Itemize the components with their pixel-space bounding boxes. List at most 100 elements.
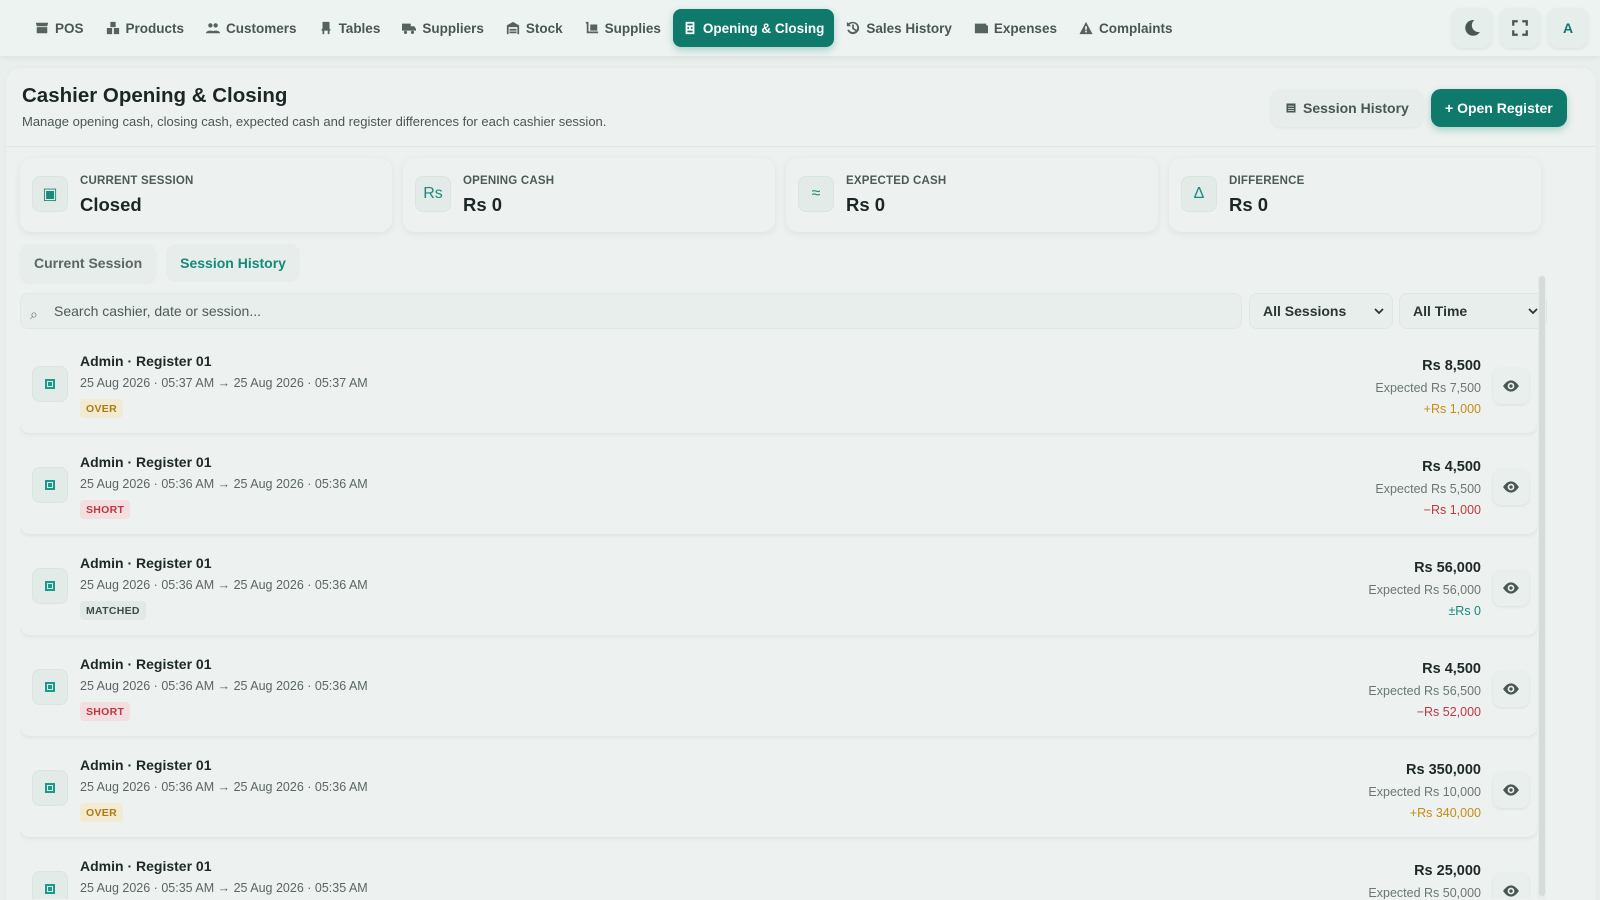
nav-complaints-label: Complaints [1098,20,1173,36]
nav-stock-label: Stock [525,20,563,36]
register-icon [32,871,68,899]
nav-opening-closing-label: Opening & Closing [702,20,825,36]
view-session-button[interactable] [1493,873,1529,899]
stat-difference: Δ Difference Rs 0 [1169,158,1541,232]
eye-icon [1503,380,1519,392]
session-expected: Expected Rs 5,500 [1375,482,1481,496]
session-difference: ±Rs 0 [1448,604,1481,618]
stat-cards: ▣ Current Session Closed Rs Opening Cash… [20,158,1541,232]
moon-icon [1465,20,1480,36]
nav-expenses-label: Expenses [993,20,1057,36]
page-subtitle: Manage opening cash, closing cash, expec… [22,114,607,129]
nav-complaints[interactable]: Complaints [1069,9,1183,47]
session-row[interactable]: Admin · Register 01 25 Aug 2026 · 05:35 … [20,844,1537,899]
nav-suppliers[interactable]: Suppliers [392,9,494,47]
search-field[interactable]: ⌕ Search cashier, date or session... [20,293,1242,329]
time-filter-select[interactable]: All Time [1399,293,1547,329]
register-icon: ▣ [32,176,68,212]
session-expected: Expected Rs 56,000 [1368,583,1481,597]
session-list: Admin · Register 01 25 Aug 2026 · 05:37 … [20,339,1540,899]
stat-label: Opening Cash [463,175,555,187]
session-title: Admin · Register 01 [80,656,212,672]
view-session-button[interactable] [1493,368,1529,404]
session-row[interactable]: Admin · Register 01 25 Aug 2026 · 05:37 … [20,339,1537,433]
nav-sales-history[interactable]: Sales History [836,9,962,47]
register-icon [32,770,68,806]
nav-tables[interactable]: Tables [309,9,391,47]
register-icon [685,21,695,35]
wallet-icon [974,23,988,34]
approx-icon: ≈ [798,176,834,212]
register-icon [32,467,68,503]
tab-session-history[interactable]: Session History [166,244,300,282]
nav-stock[interactable]: Stock [496,9,573,47]
view-session-button[interactable] [1493,570,1529,606]
nav-products[interactable]: Products [96,9,195,47]
session-amount: Rs 25,000 [1414,863,1481,879]
open-register-button-label: + Open Register [1445,100,1553,116]
session-title: Admin · Register 01 [80,454,212,470]
rupee-icon: Rs [415,176,451,212]
stat-label: Difference [1229,175,1305,187]
header-divider [6,146,1596,147]
view-session-button[interactable] [1493,671,1529,707]
nav-pos[interactable]: POS [25,9,94,47]
nav-supplies[interactable]: Supplies [575,9,671,47]
expand-icon [1512,20,1528,36]
store-icon [35,22,49,34]
page-title: Cashier Opening & Closing [22,84,288,107]
nav-products-label: Products [125,20,185,36]
stat-opening-cash: Rs Opening Cash Rs 0 [403,158,775,232]
nav-pos-label: POS [55,20,84,36]
stat-expected-cash: ≈ Expected Cash Rs 0 [786,158,1158,232]
session-row[interactable]: Admin · Register 01 25 Aug 2026 · 05:36 … [20,541,1537,635]
warehouse-icon [506,21,519,35]
nav-customers-label: Customers [226,20,297,36]
stat-label: Expected Cash [846,175,947,187]
nav-expenses[interactable]: Expenses [964,9,1067,47]
session-row[interactable]: Admin · Register 01 25 Aug 2026 · 05:36 … [20,440,1537,534]
fullscreen-button[interactable] [1500,8,1540,48]
dolly-icon [585,21,598,34]
warning-icon [1079,21,1093,35]
eye-icon [1503,683,1519,695]
status-badge: OVER [80,803,123,822]
search-input[interactable]: Search cashier, date or session... [54,303,261,319]
eye-icon [1503,582,1519,594]
nav-suppliers-label: Suppliers [422,20,484,36]
stat-value: Rs 0 [463,194,503,215]
session-difference: +Rs 1,000 [1423,402,1481,416]
list-scrollbar-thumb[interactable] [1539,276,1545,896]
status-badge: OVER [80,399,123,418]
session-amount: Rs 8,500 [1422,358,1481,374]
session-time: 25 Aug 2026 · 05:36 AM → 25 Aug 2026 · 0… [80,780,368,794]
view-session-button[interactable] [1493,469,1529,505]
theme-toggle-button[interactable] [1452,8,1492,48]
session-time: 25 Aug 2026 · 05:36 AM → 25 Aug 2026 · 0… [80,477,368,491]
stat-label: Current Session [80,175,194,187]
sessions-filter-value: All Sessions [1263,303,1347,319]
boxes-icon [106,21,119,35]
history-icon [847,21,860,35]
session-amount: Rs 4,500 [1422,661,1481,677]
open-register-button[interactable]: + Open Register [1431,89,1567,127]
chair-icon [321,21,330,35]
users-icon [206,23,221,34]
status-badge: SHORT [80,500,131,519]
session-difference: −Rs 1,000 [1423,503,1481,517]
view-session-button[interactable] [1493,772,1529,808]
chevron-down-icon [1374,308,1384,315]
nav-customers[interactable]: Customers [196,9,307,47]
avatar[interactable]: A [1548,8,1588,48]
tab-current-session[interactable]: Current Session [20,244,157,282]
stat-value: Closed [80,194,142,215]
session-time: 25 Aug 2026 · 05:36 AM → 25 Aug 2026 · 0… [80,578,368,592]
session-history-button[interactable]: Session History [1271,89,1423,127]
sessions-filter-select[interactable]: All Sessions [1249,293,1393,329]
nav-opening-closing[interactable]: Opening & Closing [672,9,835,47]
session-row[interactable]: Admin · Register 01 25 Aug 2026 · 05:36 … [20,642,1537,736]
session-title: Admin · Register 01 [80,757,212,773]
truck-icon [402,23,417,34]
session-row[interactable]: Admin · Register 01 25 Aug 2026 · 05:36 … [20,743,1537,837]
session-expected: Expected Rs 7,500 [1375,381,1481,395]
